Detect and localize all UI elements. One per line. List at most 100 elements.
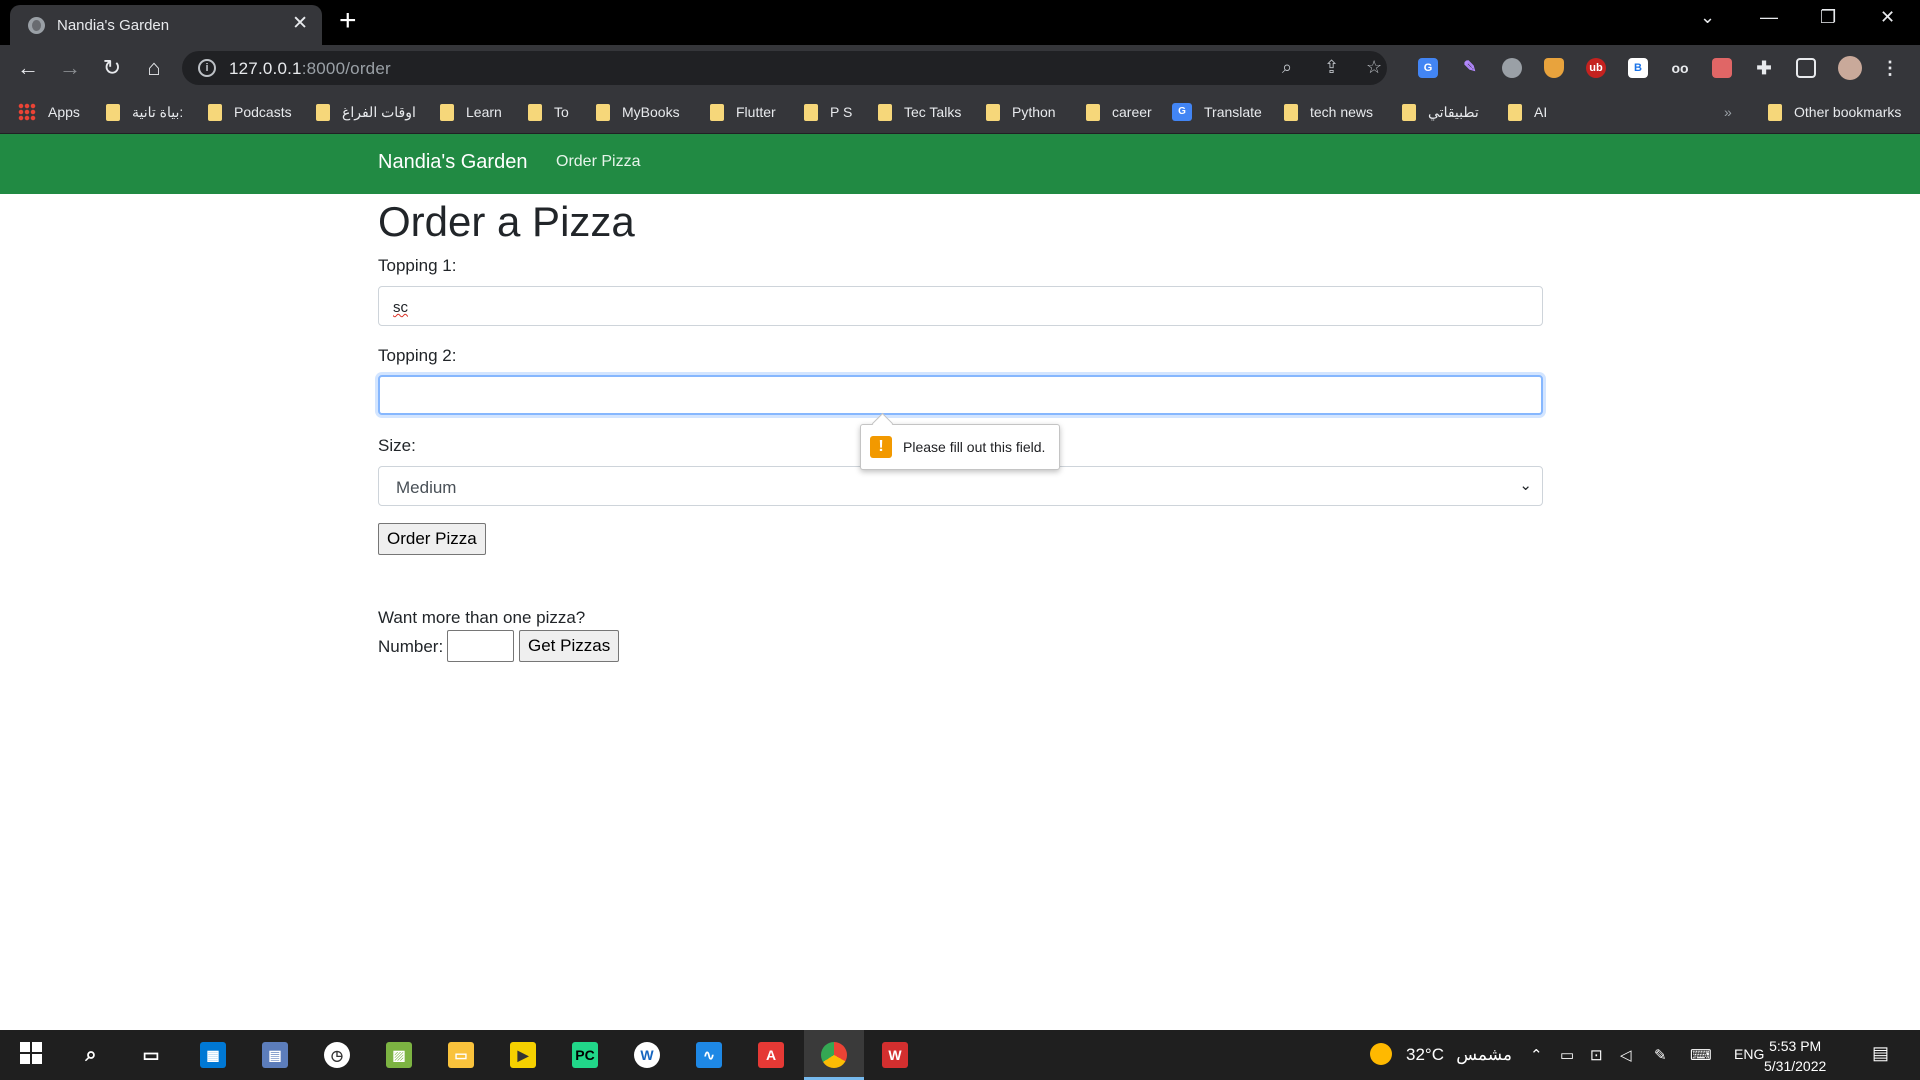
restore-button[interactable]: ❐: [1820, 7, 1836, 28]
folder-icon: [596, 103, 610, 121]
photos-app-icon[interactable]: ▨: [386, 1042, 412, 1068]
weather-temperature[interactable]: 32°C: [1406, 1045, 1444, 1065]
validation-message: Please fill out this field.: [903, 439, 1046, 455]
bookmark-folder[interactable]: AI: [1508, 102, 1547, 122]
sun-weather-icon[interactable]: [1370, 1043, 1392, 1065]
close-window-button[interactable]: ✕: [1880, 7, 1895, 28]
feather-ext-icon[interactable]: ✎: [1460, 58, 1480, 78]
site-info-icon[interactable]: i: [198, 59, 216, 77]
size-select[interactable]: Medium ⌄: [378, 466, 1543, 506]
folder-icon: [1284, 103, 1298, 121]
tab-search-icon[interactable]: ⌄: [1700, 7, 1715, 28]
acrobat-icon[interactable]: A: [758, 1042, 784, 1068]
chevron-down-icon: ⌄: [1519, 477, 1532, 494]
chrome-icon[interactable]: [821, 1042, 847, 1068]
new-tab-button[interactable]: +: [339, 6, 357, 36]
calculator-icon[interactable]: ▤: [262, 1042, 288, 1068]
network-icon[interactable]: ⊡: [1590, 1046, 1603, 1064]
bookmark-folder[interactable]: Podcasts: [208, 102, 292, 122]
glasses-ext-icon[interactable]: oo: [1670, 58, 1690, 78]
notifications-icon[interactable]: ▤: [1872, 1043, 1889, 1064]
pizza-number-input[interactable]: [447, 630, 514, 662]
bookmark-folder[interactable]: Flutter: [710, 102, 776, 122]
site-brand-link[interactable]: Nandia's Garden: [378, 151, 527, 174]
bookmark-folder[interactable]: بياة تانية:: [106, 102, 183, 122]
system-clock[interactable]: 5:53 PM 5/31/2022: [1764, 1036, 1826, 1076]
file-explorer-icon[interactable]: ▭: [448, 1042, 474, 1068]
address-bar[interactable]: i 127.0.0.1:8000/order ⌕ ⇪ ☆: [182, 51, 1387, 85]
media-player-icon[interactable]: ▶: [510, 1042, 536, 1068]
nav-link-order-pizza[interactable]: Order Pizza: [556, 153, 640, 171]
globe-ext-icon[interactable]: [1502, 58, 1522, 78]
menu-kebab-icon[interactable]: ⋮: [1880, 58, 1900, 78]
side-panel-icon[interactable]: [1796, 58, 1816, 78]
get-pizzas-button[interactable]: Get Pizzas: [519, 630, 620, 662]
bookmark-folder[interactable]: Learn: [440, 102, 502, 122]
bookmark-folder[interactable]: Python: [986, 102, 1056, 122]
ublock-ext-icon[interactable]: ub: [1586, 58, 1606, 78]
shield-ext-icon[interactable]: [1544, 58, 1564, 78]
bookmarks-bar: Apps بياة تانية: Podcasts اوقات الفراغ L…: [0, 90, 1920, 134]
bookmark-folder[interactable]: تطبيقاتي: [1402, 102, 1479, 122]
bookmark-folder[interactable]: اوقات الفراغ: [316, 102, 416, 122]
language-indicator[interactable]: ENG: [1734, 1046, 1764, 1062]
bookmark-folder[interactable]: career: [1086, 102, 1152, 122]
store-icon[interactable]: ▦: [200, 1042, 226, 1068]
topping1-value: sc: [393, 299, 408, 316]
tab-title: Nandia's Garden: [57, 17, 170, 34]
word-app-icon[interactable]: W: [634, 1042, 660, 1068]
bookmark-apps[interactable]: Apps: [18, 102, 80, 122]
url-text: 127.0.0.1:8000/order: [229, 59, 391, 78]
pycharm-icon[interactable]: PC: [572, 1042, 598, 1068]
volume-icon[interactable]: ◁: [1620, 1046, 1632, 1064]
tab-strip: Nandia's Garden ✕ + ⌄ — ❐ ✕: [0, 0, 1920, 45]
size-selected-value: Medium: [396, 478, 457, 497]
tab-close-icon[interactable]: ✕: [292, 13, 308, 35]
folder-icon: [1086, 103, 1100, 121]
bookmark-translate[interactable]: G Translate: [1172, 102, 1262, 122]
bookmark-folder[interactable]: To: [528, 102, 569, 122]
topping2-label: Topping 2:: [378, 346, 457, 365]
apps-icon: [18, 103, 36, 121]
bookmark-folder[interactable]: tech news: [1284, 102, 1373, 122]
bookmark-star-icon[interactable]: ☆: [1366, 57, 1382, 78]
b-ext-icon[interactable]: B: [1628, 58, 1648, 78]
share-icon[interactable]: ⇪: [1324, 57, 1339, 78]
weather-condition[interactable]: مشمس: [1446, 1045, 1512, 1065]
bookmark-folder[interactable]: MyBooks: [596, 102, 680, 122]
back-icon[interactable]: ←: [14, 54, 42, 82]
bookmark-folder[interactable]: Tec Talks: [878, 102, 961, 122]
battery-icon[interactable]: ▭: [1560, 1046, 1574, 1064]
wps-office-icon[interactable]: W: [882, 1042, 908, 1068]
zoom-icon[interactable]: ⌕: [1282, 57, 1292, 78]
chevron-up-icon[interactable]: ⌃: [1530, 1046, 1543, 1064]
home-icon[interactable]: ⌂: [140, 54, 168, 82]
whiteboard-icon[interactable]: ∿: [696, 1042, 722, 1068]
search-icon[interactable]: ⌕: [78, 1042, 104, 1068]
topping1-input[interactable]: sc: [378, 286, 1543, 326]
extensions-puzzle-icon[interactable]: ✚: [1754, 58, 1774, 78]
task-view-icon[interactable]: ▭: [138, 1042, 164, 1068]
profile-avatar[interactable]: [1838, 56, 1862, 80]
pen-icon[interactable]: ✎: [1654, 1046, 1667, 1064]
google-translate-ext-icon[interactable]: G: [1418, 58, 1438, 78]
camera-ext-icon[interactable]: [1712, 58, 1732, 78]
folder-icon: [986, 103, 1000, 121]
browser-tab[interactable]: Nandia's Garden ✕: [10, 5, 322, 45]
bookmarks-overflow-chevron[interactable]: »: [1724, 102, 1732, 122]
forward-icon[interactable]: →: [56, 54, 84, 82]
windows-taskbar: ⌕ ▭ ▦ ▤ ◷ ▨ ▭ ▶ PC W ∿ A W 32°C مشمس ⌃ ▭…: [0, 1030, 1920, 1080]
other-bookmarks[interactable]: Other bookmarks: [1768, 102, 1901, 122]
clock-app-icon[interactable]: ◷: [324, 1042, 350, 1068]
minimize-button[interactable]: —: [1760, 7, 1778, 28]
keyboard-icon[interactable]: ⌨: [1690, 1046, 1712, 1064]
reload-icon[interactable]: ↻: [98, 54, 126, 82]
folder-icon: [316, 103, 330, 121]
folder-icon: [1768, 103, 1782, 121]
bookmark-folder[interactable]: P S: [804, 102, 852, 122]
clock-date: 5/31/2022: [1764, 1058, 1827, 1074]
site-navbar: Nandia's Garden Order Pizza: [0, 134, 1920, 194]
windows-start-icon[interactable]: [18, 1042, 44, 1068]
order-pizza-button[interactable]: Order Pizza: [378, 523, 486, 555]
topping2-input[interactable]: [378, 375, 1543, 415]
